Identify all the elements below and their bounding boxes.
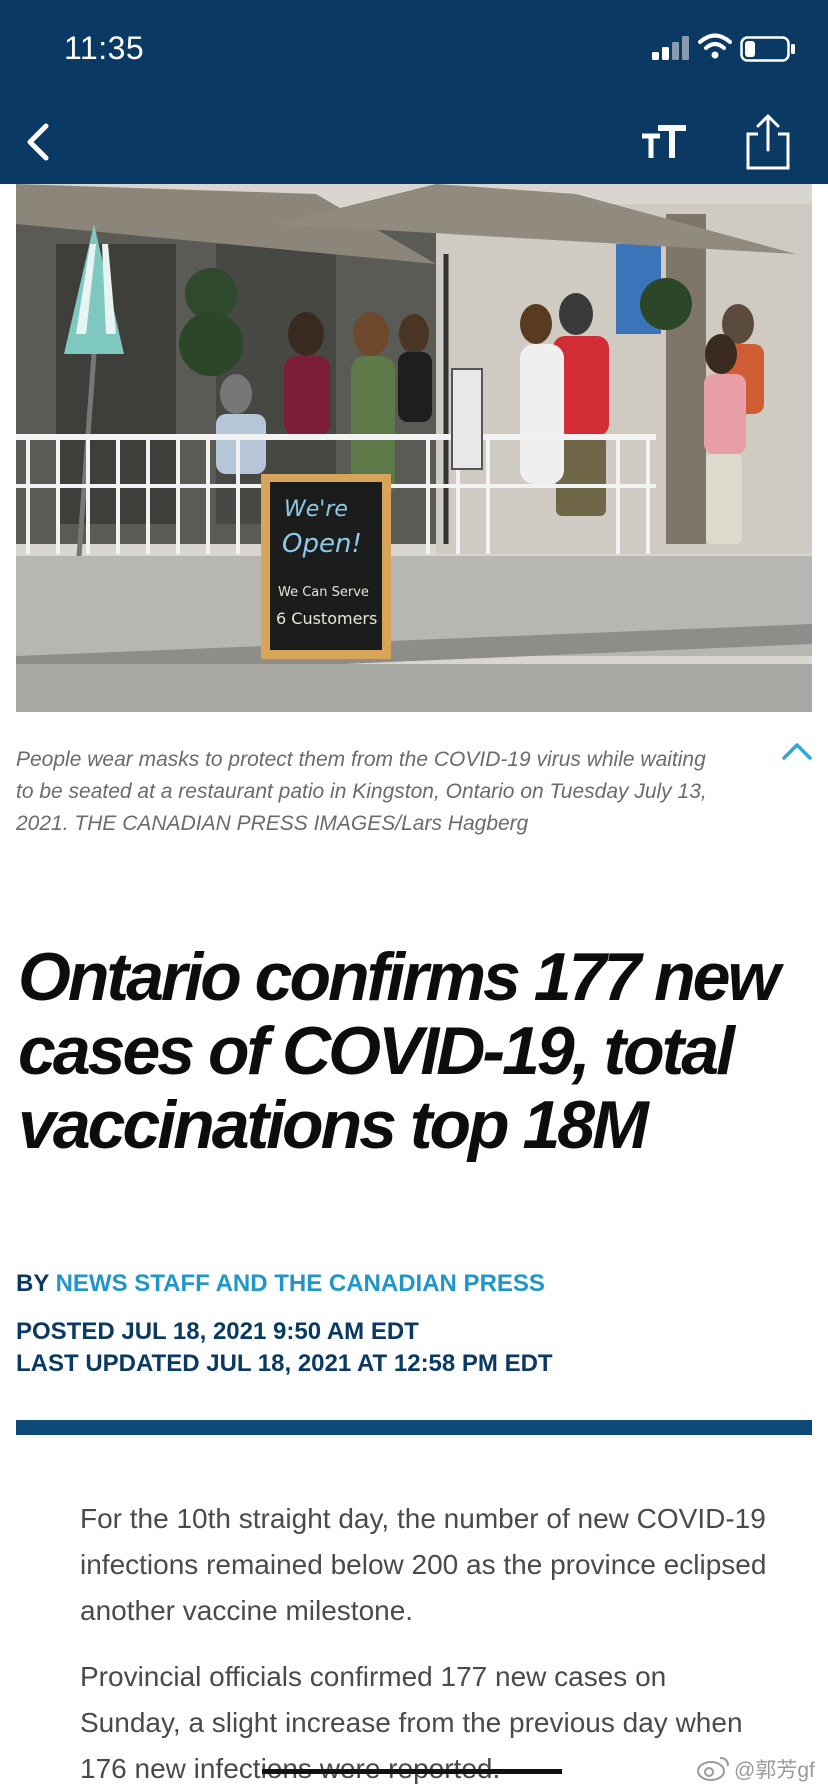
text-size-icon[interactable]	[640, 122, 690, 162]
article-headline: Ontario confirms 177 new cases of COVID-…	[18, 939, 780, 1163]
status-time: 11:35	[64, 30, 145, 66]
patio-scene-illustration: We're Open! We Can Serve 6 Customers	[16, 184, 812, 712]
sign-text-line2: Open!	[282, 529, 362, 559]
back-arrow-icon[interactable]	[18, 118, 58, 166]
share-icon[interactable]	[742, 112, 794, 170]
photo-caption: People wear masks to protect them from t…	[16, 748, 707, 835]
weibo-logo	[697, 1757, 729, 1781]
sign-text-line4: 6 Customers	[276, 609, 377, 628]
signal-icon	[652, 36, 689, 60]
nav-bar	[0, 100, 828, 184]
collapse-caption-icon[interactable]	[780, 736, 814, 766]
sign-text-line3: We Can Serve	[278, 585, 369, 600]
byline-author-link[interactable]: NEWS STAFF AND THE CANADIAN PRESS	[56, 1270, 545, 1297]
sign-text-line1: We're	[284, 497, 348, 522]
section-divider	[16, 1420, 812, 1435]
byline: BY NEWS STAFF AND THE CANADIAN PRESS	[16, 1270, 545, 1298]
wifi-icon	[698, 33, 732, 59]
battery-icon	[740, 36, 795, 62]
scribble-mark	[262, 1769, 562, 1774]
posted-date: POSTED JUL 18, 2021 9:50 AM EDT	[16, 1318, 419, 1345]
article-paragraph-1: For the 10th straight day, the number of…	[80, 1503, 767, 1626]
article-photo: We're Open! We Can Serve 6 Customers	[16, 184, 812, 712]
updated-date: LAST UPDATED JUL 18, 2021 AT 12:58 PM ED…	[16, 1350, 553, 1377]
byline-prefix: BY	[16, 1270, 49, 1297]
watermark-handle: @郭芳gf	[734, 1759, 815, 1782]
status-bar: 11:35	[0, 0, 828, 100]
